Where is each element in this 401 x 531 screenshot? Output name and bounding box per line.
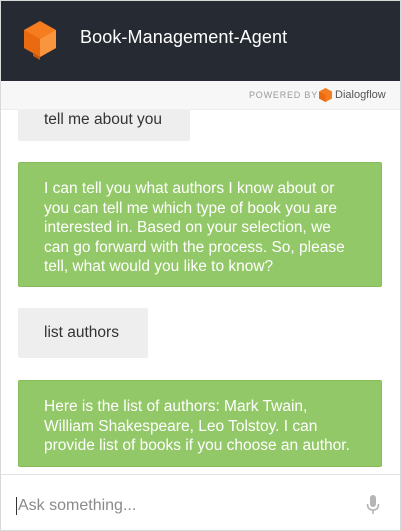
agent-message: I can tell you what authors I know about… — [18, 162, 382, 287]
agent-title: Book-Management-Agent — [80, 27, 288, 47]
chat-widget: Book-Management-Agent POWERED BY Dialogf… — [0, 0, 401, 531]
chat-header: Book-Management-Agent — [1, 1, 400, 81]
message-input[interactable] — [18, 495, 348, 517]
message-text: tell me about you — [44, 111, 163, 129]
powered-by-label: POWERED BY — [249, 90, 319, 100]
agent-message: Here is the list of authors: Mark Twain,… — [18, 380, 382, 467]
dialogflow-small-icon — [319, 88, 332, 102]
message-text: Here is the list of authors: Mark Twain,… — [44, 398, 350, 454]
user-message: list authors — [18, 308, 148, 358]
dialogflow-logo-icon — [24, 21, 56, 60]
text-caret — [16, 497, 17, 515]
dialogflow-brand: Dialogflow — [335, 89, 386, 101]
message-list[interactable]: tell me about you I can tell you what au… — [1, 109, 400, 474]
input-bar — [1, 474, 400, 530]
message-text: I can tell you what authors I know about… — [44, 180, 345, 275]
message-text: list authors — [44, 324, 119, 342]
microphone-icon[interactable] — [366, 495, 380, 515]
user-message: tell me about you — [18, 109, 190, 141]
